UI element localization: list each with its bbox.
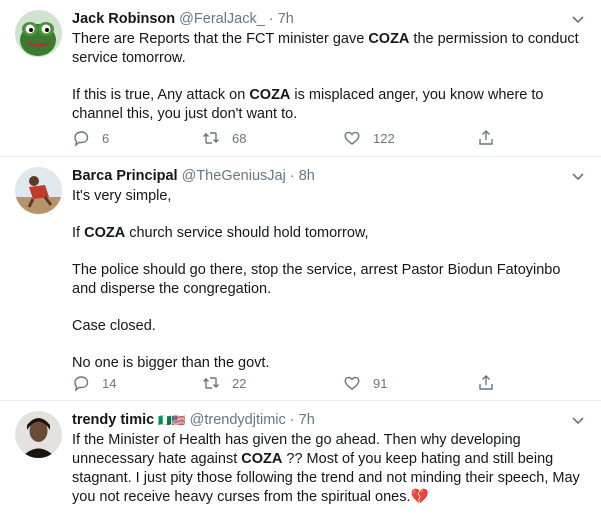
timestamp[interactable]: 8h [299, 168, 315, 184]
tweet-header: Barca Principal @TheGeniusJaj · 8h [72, 166, 315, 186]
text-run: The police should go there, stop the ser… [72, 262, 561, 297]
tweet[interactable]: trendy timic 🇳🇬🇺🇸 @trendydjtimic · 7h If… [0, 401, 601, 514]
timestamp[interactable]: 7h [278, 11, 294, 27]
tweet-header: Jack Robinson @FeralJack_ · 7h [72, 9, 294, 29]
like-button[interactable]: 91 [343, 373, 387, 393]
like-icon [344, 131, 360, 145]
text-run: It's very simple, [72, 188, 172, 204]
like-count: 91 [373, 375, 388, 391]
avatar[interactable] [15, 411, 62, 458]
tweet-actions: 6 68 122 [72, 128, 542, 148]
text-run: church service should hold tomorrow, [125, 225, 369, 241]
like-button[interactable]: 122 [343, 128, 395, 148]
retweet-button[interactable]: 22 [202, 373, 246, 393]
timeline: Jack Robinson @FeralJack_ · 7h There are… [0, 0, 601, 514]
retweet-icon [203, 132, 219, 144]
broken-heart-emoji: 💔 [410, 489, 429, 505]
display-name[interactable]: Jack Robinson [72, 11, 175, 27]
reply-button[interactable]: 6 [72, 128, 109, 148]
tweet-paragraph: Case closed. [72, 317, 587, 336]
separator-dot: · [289, 168, 295, 184]
retweet-icon [203, 377, 219, 389]
chevron-down-icon[interactable] [569, 10, 587, 28]
flag-emojis: 🇳🇬🇺🇸 [158, 415, 186, 427]
text-run: No one is bigger than the govt. [72, 355, 270, 371]
keyword-link[interactable]: COZA [241, 451, 282, 467]
reply-count: 6 [102, 130, 110, 146]
reply-icon [74, 131, 89, 147]
user-handle[interactable]: @FeralJack_ [179, 11, 265, 27]
user-handle[interactable]: @TheGeniusJaj [182, 168, 286, 184]
timestamp[interactable]: 7h [299, 412, 315, 428]
keyword-link[interactable]: COZA [249, 87, 290, 103]
retweet-count: 22 [232, 375, 247, 391]
tweet-actions: 14 22 91 [72, 373, 542, 393]
display-name[interactable]: trendy timic [72, 412, 154, 428]
avatar[interactable] [15, 167, 62, 214]
reply-count: 14 [102, 375, 117, 391]
tweet-text: There are Reports that the FCT minister … [72, 30, 587, 124]
retweet-button[interactable]: 68 [202, 128, 246, 148]
tweet-paragraph: If the Minister of Health has given the … [72, 431, 587, 507]
like-icon [344, 376, 360, 390]
retweet-count: 68 [232, 130, 247, 146]
separator-dot: · [289, 412, 295, 428]
like-count: 122 [373, 130, 395, 146]
tweet-paragraph: If this is true, Any attack on COZA is m… [72, 86, 587, 124]
tweet-paragraph: There are Reports that the FCT minister … [72, 30, 587, 68]
reply-button[interactable]: 14 [72, 373, 116, 393]
tweet-paragraph: The police should go there, stop the ser… [72, 261, 587, 299]
share-icon [479, 130, 493, 145]
separator-dot: · [268, 11, 274, 27]
text-run: If [72, 225, 85, 241]
reply-icon [74, 376, 89, 392]
keyword-link[interactable]: COZA [84, 225, 125, 241]
tweet-paragraph: If COZA church service should hold tomor… [72, 224, 587, 243]
text-run: Case closed. [72, 318, 156, 334]
user-handle[interactable]: @trendydjtimic [190, 412, 286, 428]
tweet-paragraph: No one is bigger than the govt. [72, 354, 587, 373]
avatar[interactable] [15, 10, 62, 57]
text-run: There are Reports that the FCT minister … [72, 31, 369, 47]
keyword-link[interactable]: COZA [368, 31, 409, 47]
tweet-header: trendy timic 🇳🇬🇺🇸 @trendydjtimic · 7h [72, 410, 315, 430]
share-button[interactable] [477, 373, 495, 393]
tweet-text: It's very simple, If COZA church service … [72, 187, 587, 373]
chevron-down-icon[interactable] [569, 411, 587, 429]
tweet-text: If the Minister of Health has given the … [72, 431, 587, 507]
tweet[interactable]: Barca Principal @TheGeniusJaj · 8h It's … [0, 157, 601, 401]
display-name[interactable]: Barca Principal [72, 168, 178, 184]
tweet-paragraph: It's very simple, [72, 187, 587, 206]
share-button[interactable] [477, 128, 495, 148]
tweet[interactable]: Jack Robinson @FeralJack_ · 7h There are… [0, 0, 601, 157]
chevron-down-icon[interactable] [569, 167, 587, 185]
text-run: If this is true, Any attack on [72, 87, 250, 103]
share-icon [479, 375, 493, 390]
